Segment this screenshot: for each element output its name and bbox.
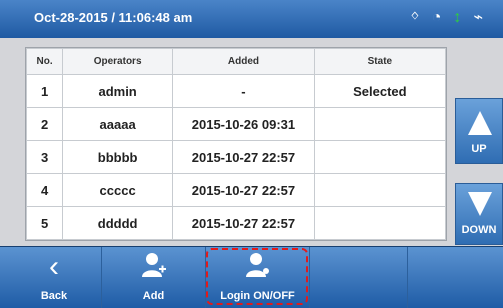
- toolbar-slot-empty: [310, 247, 408, 308]
- table-row[interactable]: 3 bbbbb 2015-10-27 22:57: [25, 140, 447, 174]
- cell-state: [313, 206, 447, 240]
- status-icons: ᛜ ◔ ↕ ⌁: [410, 8, 483, 28]
- datetime-display: Oct-28-2015 / 11:06:48 am: [34, 10, 193, 25]
- cell-added: 2015-10-27 22:57: [172, 206, 315, 240]
- table-row[interactable]: 5 ddddd 2015-10-27 22:57: [25, 206, 447, 240]
- table-header-row: No. Operators Added State: [25, 48, 447, 75]
- plug-icon: ⌁: [473, 9, 483, 26]
- back-label: Back: [40, 290, 68, 302]
- cell-added: 2015-10-27 22:57: [172, 173, 315, 207]
- cell-state: Selected: [313, 74, 447, 108]
- cell-operator: bbbbb: [62, 140, 174, 174]
- scroll-down-button[interactable]: DOWN: [455, 183, 503, 245]
- cell-added: 2015-10-26 09:31: [172, 107, 315, 141]
- cell-operator: admin: [62, 74, 174, 108]
- cell-operator: ccccc: [62, 173, 174, 207]
- arrow-down-icon: [468, 192, 492, 216]
- bluetooth-icon: ᛜ: [410, 9, 420, 26]
- add-label: Add: [142, 290, 165, 302]
- cell-no: 4: [25, 173, 64, 207]
- cell-no: 2: [25, 107, 64, 141]
- table-row[interactable]: 4 ccccc 2015-10-27 22:57: [25, 173, 447, 207]
- cell-state: [313, 173, 447, 207]
- header-operators: Operators: [62, 48, 174, 75]
- cell-operator: ddddd: [62, 206, 174, 240]
- add-user-svg: [141, 253, 166, 277]
- status-bar: Oct-28-2015 / 11:06:48 am ᛜ ◔ ↕ ⌁: [0, 0, 503, 39]
- scroll-up-label: UP: [471, 143, 487, 155]
- cell-state: [313, 107, 447, 141]
- cell-state: [313, 140, 447, 174]
- cell-no: 1: [25, 74, 64, 108]
- cell-operator: aaaaa: [62, 107, 174, 141]
- cell-added: -: [172, 74, 315, 108]
- toolbar-slot-empty: [408, 247, 503, 308]
- table-row[interactable]: 2 aaaaa 2015-10-26 09:31: [25, 107, 447, 141]
- cell-no: 5: [25, 206, 64, 240]
- operators-table: No. Operators Added State 1 admin - Sele…: [25, 48, 447, 240]
- chevron-left-icon: ‹: [49, 250, 59, 283]
- header-no: No.: [25, 48, 64, 75]
- header-added: Added: [172, 48, 315, 75]
- back-button[interactable]: ‹ Back: [7, 247, 102, 308]
- arrow-up-icon: [468, 111, 492, 135]
- add-user-button[interactable]: Add: [102, 247, 206, 308]
- thermometer-icon: ↕: [453, 9, 462, 26]
- table-row[interactable]: 1 admin - Selected: [25, 74, 447, 108]
- add-user-icon: [102, 251, 205, 286]
- scroll-up-button[interactable]: UP: [455, 98, 503, 164]
- cell-no: 3: [25, 140, 64, 174]
- wifi-icon: ◔: [431, 9, 442, 26]
- header-state: State: [313, 48, 447, 75]
- highlight-outline: [206, 248, 308, 305]
- cell-added: 2015-10-27 22:57: [172, 140, 315, 174]
- scroll-down-label: DOWN: [461, 224, 497, 236]
